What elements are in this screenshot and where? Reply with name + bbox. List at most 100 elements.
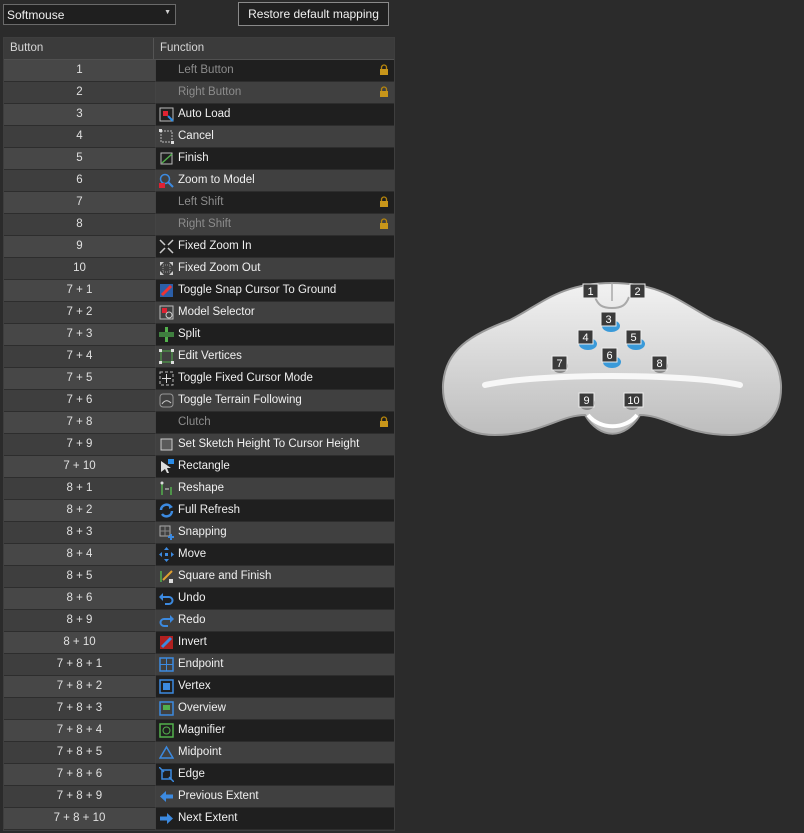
table-row[interactable]: 7 + 8 + 5 Midpoint: [4, 742, 394, 764]
table-row[interactable]: 8 + 3 Snapping: [4, 522, 394, 544]
undo-icon: [159, 593, 174, 605]
table-row[interactable]: 8 + 4 Move: [4, 544, 394, 566]
fixed-cursor-icon: [159, 371, 174, 386]
function-cell[interactable]: Overview: [155, 698, 394, 720]
lock-icon: [380, 196, 388, 207]
table-row[interactable]: 7 Left Shift: [4, 192, 394, 214]
function-cell[interactable]: Left Button: [155, 60, 394, 82]
function-cell[interactable]: Move: [155, 544, 394, 566]
function-cell[interactable]: Right Button: [155, 82, 394, 104]
table-row[interactable]: 7 + 2 Model Selector: [4, 302, 394, 324]
function-label: Next Extent: [178, 812, 238, 824]
device-button-2: 2: [629, 283, 646, 299]
table-row[interactable]: 5 Finish: [4, 148, 394, 170]
function-cell[interactable]: Split: [155, 324, 394, 346]
function-cell[interactable]: Finish: [155, 148, 394, 170]
function-cell[interactable]: Toggle Fixed Cursor Mode: [155, 368, 394, 390]
restore-default-mapping-button[interactable]: Restore default mapping: [238, 2, 389, 26]
function-cell[interactable]: Undo: [155, 588, 394, 610]
function-cell[interactable]: Cancel: [155, 126, 394, 148]
table-row[interactable]: 10 Fixed Zoom Out: [4, 258, 394, 280]
function-cell[interactable]: Right Shift: [155, 214, 394, 236]
function-cell[interactable]: Left Shift: [155, 192, 394, 214]
button-combination-cell: 2: [4, 82, 155, 104]
table-row[interactable]: 6 Zoom to Model: [4, 170, 394, 192]
function-cell[interactable]: Endpoint: [155, 654, 394, 676]
function-cell[interactable]: Vertex: [155, 676, 394, 698]
table-row[interactable]: 7 + 5 Toggle Fixed Cursor Mode: [4, 368, 394, 390]
column-header-function[interactable]: Function: [154, 38, 204, 59]
button-combination-cell: 7 + 8 + 5: [4, 742, 155, 764]
function-cell[interactable]: Edit Vertices: [155, 346, 394, 368]
function-cell[interactable]: Invert: [155, 632, 394, 654]
function-cell[interactable]: Magnifier: [155, 720, 394, 742]
table-row[interactable]: 7 + 8 + 3 Overview: [4, 698, 394, 720]
table-row[interactable]: 7 + 8 + 10 Next Extent: [4, 808, 394, 830]
function-cell[interactable]: Edge: [155, 764, 394, 786]
function-cell[interactable]: Next Extent: [155, 808, 394, 830]
function-cell[interactable]: Snapping: [155, 522, 394, 544]
function-cell[interactable]: Auto Load: [155, 104, 394, 126]
column-header-button[interactable]: Button: [4, 38, 154, 59]
table-row[interactable]: 7 + 3 Split: [4, 324, 394, 346]
function-cell[interactable]: Fixed Zoom Out: [155, 258, 394, 280]
table-row[interactable]: 2 Right Button: [4, 82, 394, 104]
table-row[interactable]: 7 + 8 + 4 Magnifier: [4, 720, 394, 742]
function-label: Rectangle: [178, 460, 230, 472]
cancel-icon: [159, 129, 174, 144]
table-row[interactable]: 7 + 6 Toggle Terrain Following: [4, 390, 394, 412]
table-row[interactable]: 7 + 8 + 9 Previous Extent: [4, 786, 394, 808]
device-select[interactable]: Softmouse ▼: [3, 4, 176, 25]
function-cell[interactable]: Toggle Terrain Following: [155, 390, 394, 412]
vertex-icon: [159, 679, 174, 694]
table-row[interactable]: 7 + 10 Rectangle: [4, 456, 394, 478]
button-combination-cell: 6: [4, 170, 155, 192]
table-row[interactable]: 9 Fixed Zoom In: [4, 236, 394, 258]
table-header: Button Function: [4, 38, 394, 60]
function-cell[interactable]: Midpoint: [155, 742, 394, 764]
table-row[interactable]: 7 + 8 Clutch: [4, 412, 394, 434]
function-cell[interactable]: Fixed Zoom In: [155, 236, 394, 258]
function-cell[interactable]: Set Sketch Height To Cursor Height: [155, 434, 394, 456]
table-row[interactable]: 7 + 4 Edit Vertices: [4, 346, 394, 368]
table-row[interactable]: 3 Auto Load: [4, 104, 394, 126]
button-combination-cell: 7 + 8 + 6: [4, 764, 155, 786]
function-label: Redo: [178, 614, 206, 626]
function-cell[interactable]: Full Refresh: [155, 500, 394, 522]
table-row[interactable]: 1 Left Button: [4, 60, 394, 82]
function-label: Fixed Zoom In: [178, 240, 252, 252]
button-combination-cell: 7 + 8: [4, 412, 155, 434]
table-row[interactable]: 8 + 6 Undo: [4, 588, 394, 610]
function-cell[interactable]: Model Selector: [155, 302, 394, 324]
function-label: Clutch: [178, 416, 211, 428]
function-cell[interactable]: Zoom to Model: [155, 170, 394, 192]
function-cell[interactable]: Toggle Snap Cursor To Ground: [155, 280, 394, 302]
function-cell[interactable]: Redo: [155, 610, 394, 632]
function-label: Auto Load: [178, 108, 231, 120]
table-row[interactable]: 7 + 1 Toggle Snap Cursor To Ground: [4, 280, 394, 302]
table-row[interactable]: 8 + 9 Redo: [4, 610, 394, 632]
table-row[interactable]: 7 + 9 Set Sketch Height To Cursor Height: [4, 434, 394, 456]
function-cell[interactable]: Reshape: [155, 478, 394, 500]
table-row[interactable]: 8 + 2 Full Refresh: [4, 500, 394, 522]
function-label: Move: [178, 548, 207, 560]
function-cell[interactable]: Previous Extent: [155, 786, 394, 808]
function-label: Split: [178, 328, 201, 340]
lock-icon: [380, 218, 388, 229]
table-row[interactable]: 8 Right Shift: [4, 214, 394, 236]
button-combination-cell: 5: [4, 148, 155, 170]
table-row[interactable]: 8 + 10 Invert: [4, 632, 394, 654]
table-row[interactable]: 7 + 8 + 6 Edge: [4, 764, 394, 786]
device-button-label: 8: [656, 358, 662, 370]
button-combination-cell: 7 + 8 + 4: [4, 720, 155, 742]
table-row[interactable]: 8 + 5 Square and Finish: [4, 566, 394, 588]
table-row[interactable]: 7 + 8 + 1 Endpoint: [4, 654, 394, 676]
magnifier-icon: [159, 723, 174, 738]
function-cell[interactable]: Clutch: [155, 412, 394, 434]
function-cell[interactable]: Square and Finish: [155, 566, 394, 588]
button-combination-cell: 8 + 4: [4, 544, 155, 566]
function-cell[interactable]: Rectangle: [155, 456, 394, 478]
table-row[interactable]: 4 Cancel: [4, 126, 394, 148]
table-row[interactable]: 7 + 8 + 2 Vertex: [4, 676, 394, 698]
table-row[interactable]: 8 + 1 Reshape: [4, 478, 394, 500]
